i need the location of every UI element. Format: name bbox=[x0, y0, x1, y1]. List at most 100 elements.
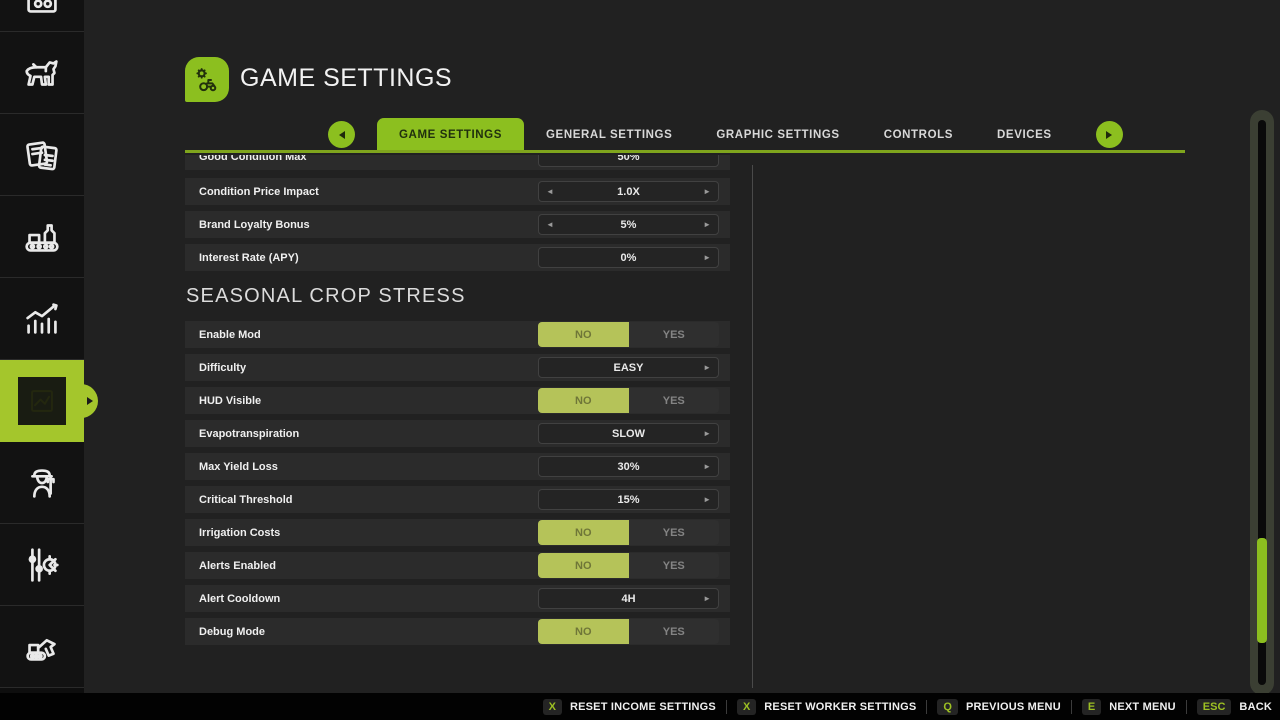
sidebar-item-animals[interactable] bbox=[0, 32, 84, 114]
shortcut-reset-worker[interactable]: X RESET WORKER SETTINGS bbox=[737, 699, 916, 715]
increase-arrow-icon[interactable]: ► bbox=[703, 214, 711, 235]
value-selector[interactable]: 4H ► bbox=[538, 588, 719, 609]
value-selector[interactable]: EASY ► bbox=[538, 357, 719, 378]
sidebar-item-contracts[interactable] bbox=[0, 114, 84, 196]
farmer-icon bbox=[19, 460, 65, 506]
statistics-icon bbox=[19, 296, 65, 342]
setting-row-critical-threshold: Critical Threshold 15% ► bbox=[185, 486, 730, 513]
setting-label: HUD Visible bbox=[199, 395, 261, 407]
value-selector[interactable]: 0% ► bbox=[538, 247, 719, 268]
toggle-no-button[interactable]: NO bbox=[538, 619, 629, 644]
shortcut-label: BACK bbox=[1239, 701, 1272, 713]
toggle-yes-button[interactable]: YES bbox=[629, 322, 720, 347]
toggle-yes-button[interactable]: YES bbox=[629, 388, 720, 413]
sidebar-item-workers[interactable] bbox=[0, 442, 84, 524]
tractor-gear-icon bbox=[191, 64, 223, 96]
value-selector[interactable]: 30% ► bbox=[538, 456, 719, 477]
toggle-yes-button[interactable]: YES bbox=[629, 553, 720, 578]
scrollbar-track[interactable] bbox=[1258, 120, 1266, 685]
shortcut-label: RESET WORKER SETTINGS bbox=[764, 701, 916, 713]
sidebar-item-production[interactable] bbox=[0, 196, 84, 278]
tuning-sliders-icon bbox=[19, 542, 65, 588]
selector-value: 30% bbox=[538, 456, 719, 477]
setting-label: Alerts Enabled bbox=[199, 560, 276, 572]
toggle-no-button[interactable]: NO bbox=[538, 388, 629, 413]
shortcut-previous-menu[interactable]: Q PREVIOUS MENU bbox=[937, 699, 1060, 715]
setting-row-debug-mode: Debug Mode NO YES bbox=[185, 618, 730, 645]
toggle-irrigation-costs: NO YES bbox=[538, 520, 719, 545]
app-icon bbox=[185, 57, 229, 102]
tab-controls[interactable]: CONTROLS bbox=[862, 118, 975, 151]
sidebar-item-vehicles[interactable] bbox=[0, 0, 84, 32]
selector-value: EASY bbox=[538, 357, 719, 378]
setting-label: Enable Mod bbox=[199, 329, 261, 341]
setting-label: Critical Threshold bbox=[199, 494, 293, 506]
sidebar-item-construction[interactable] bbox=[0, 606, 84, 688]
game-settings-screen: GAME SETTINGS GAME SETTINGS GENERAL SETT… bbox=[0, 0, 1280, 720]
setting-label: Evapotranspiration bbox=[199, 428, 299, 440]
toggle-no-button[interactable]: NO bbox=[538, 553, 629, 578]
sidebar-item-mod-settings[interactable] bbox=[0, 360, 84, 442]
chevron-right-icon bbox=[1106, 131, 1112, 139]
toggle-no-button[interactable]: NO bbox=[538, 322, 629, 347]
shortcut-back[interactable]: ESC BACK bbox=[1197, 699, 1272, 715]
scrollbar bbox=[1250, 110, 1274, 695]
value-selector[interactable]: ◄ 5% ► bbox=[538, 214, 719, 235]
shortcut-label: RESET INCOME SETTINGS bbox=[570, 701, 716, 713]
selector-value: SLOW bbox=[538, 423, 719, 444]
tab-underline bbox=[185, 150, 1185, 153]
mod-square-icon bbox=[25, 384, 59, 418]
toggle-debug-mode: NO YES bbox=[538, 619, 719, 644]
increase-arrow-icon[interactable]: ► bbox=[703, 456, 711, 477]
selector-value: 0% bbox=[538, 247, 719, 268]
increase-arrow-icon[interactable]: ► bbox=[703, 489, 711, 510]
sidebar-item-game-settings[interactable] bbox=[0, 524, 84, 606]
tab-game-settings[interactable]: GAME SETTINGS bbox=[377, 118, 524, 151]
footer-separator bbox=[926, 700, 927, 714]
increase-arrow-icon[interactable]: ► bbox=[703, 588, 711, 609]
tabs-next-button[interactable] bbox=[1096, 121, 1123, 148]
increase-arrow-icon[interactable]: ► bbox=[703, 423, 711, 444]
toggle-no-button[interactable]: NO bbox=[538, 520, 629, 545]
setting-row-evapotranspiration: Evapotranspiration SLOW ► bbox=[185, 420, 730, 447]
sidebar-item-statistics[interactable] bbox=[0, 278, 84, 360]
value-selector[interactable]: SLOW ► bbox=[538, 423, 719, 444]
increase-arrow-icon[interactable]: ► bbox=[703, 247, 711, 268]
settings-list: Good Condition Max 50% Condition Price I… bbox=[185, 155, 730, 651]
setting-label: Irrigation Costs bbox=[199, 527, 280, 539]
selector-value: 5% bbox=[538, 214, 719, 235]
tab-devices[interactable]: DEVICES bbox=[975, 118, 1074, 151]
toggle-yes-button[interactable]: YES bbox=[629, 619, 720, 644]
shortcut-bar: X RESET INCOME SETTINGS X RESET WORKER S… bbox=[0, 693, 1280, 720]
setting-row-irrigation-costs: Irrigation Costs NO YES bbox=[185, 519, 730, 546]
notch-arrow-icon bbox=[87, 397, 93, 405]
toggle-hud-visible: NO YES bbox=[538, 388, 719, 413]
setting-label: Alert Cooldown bbox=[199, 593, 280, 605]
clipped-row-wrapper: Good Condition Max 50% bbox=[185, 155, 730, 172]
shortcut-reset-income[interactable]: X RESET INCOME SETTINGS bbox=[543, 699, 716, 715]
toggle-yes-button[interactable]: YES bbox=[629, 520, 720, 545]
setting-row-hud-visible: HUD Visible NO YES bbox=[185, 387, 730, 414]
content-divider bbox=[752, 165, 753, 688]
tab-bar: GAME SETTINGS GENERAL SETTINGS GRAPHIC S… bbox=[185, 118, 1185, 151]
section-title: SEASONAL CROP STRESS bbox=[186, 285, 730, 308]
page-title: GAME SETTINGS bbox=[240, 64, 452, 93]
active-item-notch bbox=[78, 384, 98, 418]
selector-value: 4H bbox=[538, 588, 719, 609]
setting-label: Condition Price Impact bbox=[199, 186, 319, 198]
value-selector[interactable]: 15% ► bbox=[538, 489, 719, 510]
value-selector[interactable]: ◄ 1.0X ► bbox=[538, 181, 719, 202]
tabs-prev-button[interactable] bbox=[328, 121, 355, 148]
footer-separator bbox=[1186, 700, 1187, 714]
tab-general-settings[interactable]: GENERAL SETTINGS bbox=[524, 118, 694, 151]
value-selector[interactable]: 50% bbox=[538, 155, 719, 167]
key-x-badge: X bbox=[543, 699, 562, 715]
shortcut-next-menu[interactable]: E NEXT MENU bbox=[1082, 699, 1176, 715]
scrollbar-thumb[interactable] bbox=[1257, 538, 1267, 643]
increase-arrow-icon[interactable]: ► bbox=[703, 357, 711, 378]
vehicle-icon bbox=[19, 0, 65, 21]
setting-row-difficulty: Difficulty EASY ► bbox=[185, 354, 730, 381]
increase-arrow-icon[interactable]: ► bbox=[703, 181, 711, 202]
tab-graphic-settings[interactable]: GRAPHIC SETTINGS bbox=[694, 118, 861, 151]
toggle-enable-mod: NO YES bbox=[538, 322, 719, 347]
